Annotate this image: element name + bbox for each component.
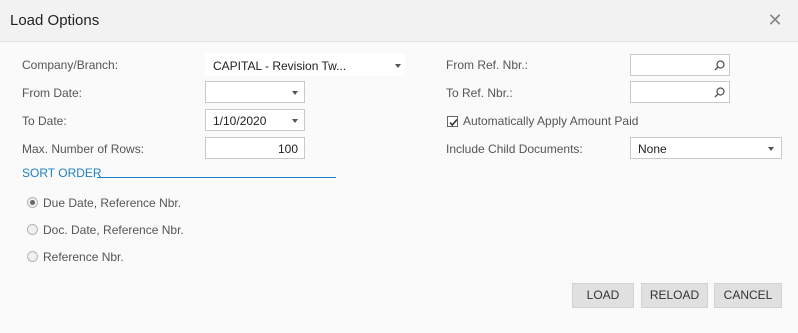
sort-order-title: SORT ORDER	[22, 166, 102, 180]
sort-option-label[interactable]: Due Date, Reference Nbr.	[43, 196, 181, 210]
dialog-header: Load Options ✕	[0, 0, 798, 42]
to-date-value: 1/10/2020	[213, 114, 267, 128]
auto-apply-checkbox[interactable]	[447, 116, 458, 127]
to-date-field[interactable]: 1/10/2020	[205, 109, 305, 131]
checkmark-icon	[449, 118, 458, 127]
from-ref-field[interactable]	[630, 54, 730, 76]
load-button[interactable]: LOAD	[572, 283, 634, 308]
max-rows-label: Max. Number of Rows:	[22, 142, 145, 156]
sort-option-radio[interactable]	[27, 224, 38, 235]
to-ref-field[interactable]	[630, 81, 730, 103]
dialog-title: Load Options	[10, 12, 100, 29]
chevron-down-icon[interactable]	[292, 91, 298, 95]
chevron-down-icon	[395, 64, 401, 68]
search-icon[interactable]	[713, 86, 726, 99]
to-date-label: To Date:	[22, 114, 67, 128]
child-docs-label: Include Child Documents:	[446, 142, 583, 156]
max-rows-field[interactable]: 100	[205, 137, 305, 159]
company-branch-value: CAPITAL - Revision Tw...	[213, 59, 347, 73]
company-branch-label: Company/Branch:	[22, 58, 119, 72]
search-icon[interactable]	[713, 59, 726, 72]
close-icon[interactable]: ✕	[765, 10, 785, 30]
sort-option-radio[interactable]	[27, 197, 38, 208]
load-options-dialog: Load Options ✕ Company/Branch: CAPITAL -…	[0, 0, 798, 333]
sort-option-label[interactable]: Reference Nbr.	[43, 250, 124, 264]
child-docs-select[interactable]: None	[630, 137, 782, 159]
sort-option-label[interactable]: Doc. Date, Reference Nbr.	[43, 223, 184, 237]
child-docs-value: None	[638, 142, 667, 156]
company-branch-select[interactable]: CAPITAL - Revision Tw...	[205, 54, 405, 76]
from-ref-label: From Ref. Nbr.:	[446, 58, 529, 72]
chevron-down-icon	[768, 147, 774, 151]
max-rows-value: 100	[277, 142, 298, 156]
cancel-button[interactable]: CANCEL	[714, 283, 782, 308]
auto-apply-label[interactable]: Automatically Apply Amount Paid	[463, 114, 638, 128]
from-date-field[interactable]	[205, 81, 305, 103]
from-date-label: From Date:	[22, 86, 83, 100]
to-ref-label: To Ref. Nbr.:	[446, 86, 513, 100]
sort-option-radio[interactable]	[27, 251, 38, 262]
reload-button[interactable]: RELOAD	[641, 283, 708, 308]
section-divider	[97, 177, 336, 178]
chevron-down-icon[interactable]	[292, 119, 298, 123]
